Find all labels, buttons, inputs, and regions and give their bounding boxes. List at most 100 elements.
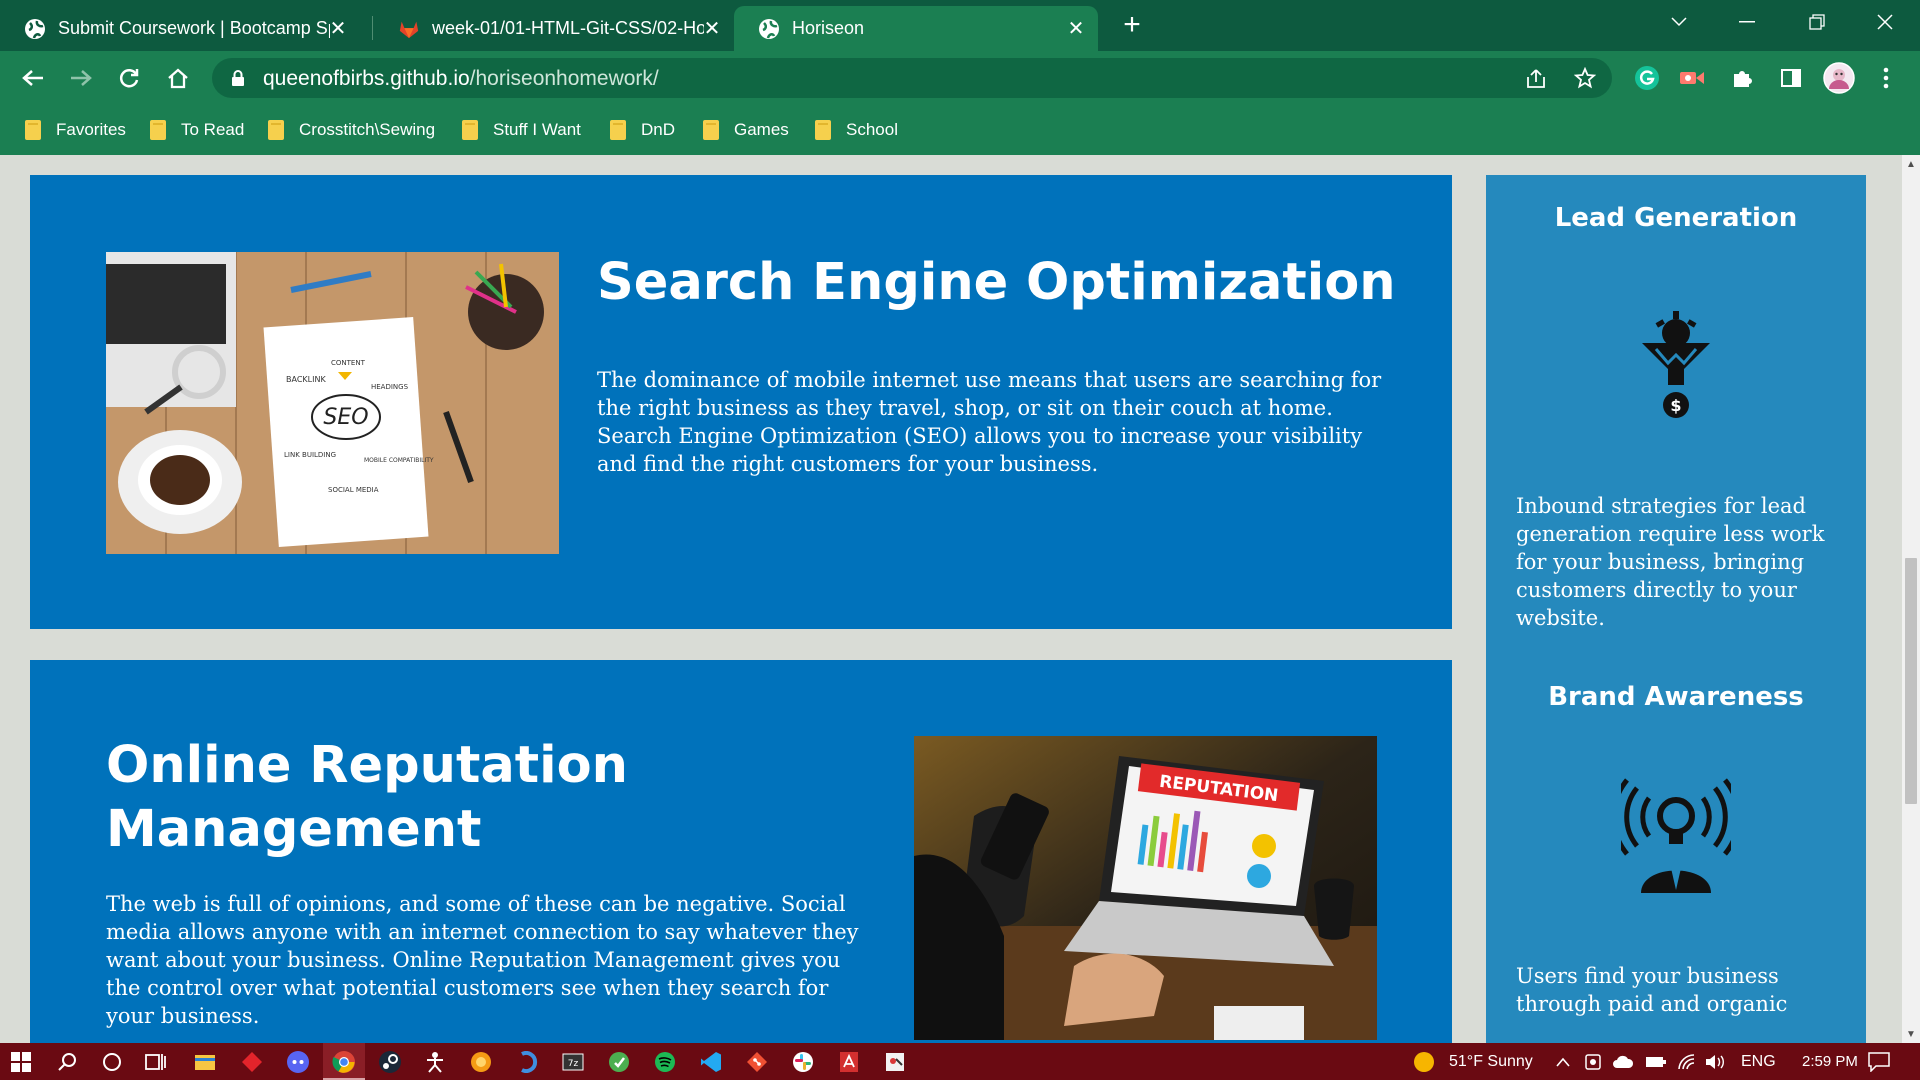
weather-widget[interactable]: 51°F Sunny — [1412, 1043, 1533, 1080]
steam-icon[interactable] — [376, 1048, 404, 1076]
grammarly-extension-icon[interactable] — [1631, 62, 1663, 94]
folder-icon — [815, 120, 831, 140]
slack-icon[interactable] — [789, 1048, 817, 1076]
tab-search-chevron-icon[interactable] — [1644, 0, 1714, 44]
app-figure-icon[interactable] — [421, 1048, 449, 1076]
lead-generation-icon: $ — [1636, 305, 1716, 425]
recorder-extension-icon[interactable] — [1676, 62, 1708, 94]
side-panel-icon[interactable] — [1775, 62, 1807, 94]
lead-generation-body: Inbound strategies for lead generation r… — [1516, 494, 1825, 630]
language-indicator[interactable]: ENG — [1741, 1043, 1776, 1080]
bookmark-label: Crosstitch\Sewing — [299, 120, 436, 139]
bookmark-dnd[interactable]: DnD — [610, 115, 675, 145]
bookmark-to-read[interactable]: To Read — [150, 115, 244, 145]
benefits-sidebar: Lead Generation $ Inbound strategies for… — [1486, 175, 1866, 1043]
close-tab-icon[interactable]: ✕ — [700, 16, 724, 40]
page-scrollbar[interactable]: ▲ ▼ — [1902, 155, 1920, 1043]
reputation-heading-line1: Online Reputation — [106, 736, 628, 795]
bookmark-favorites[interactable]: Favorites — [25, 115, 126, 145]
tab-gitlab[interactable]: week-01/01-HTML-Git-CSS/02-Hom ✕ — [374, 6, 734, 51]
gitlab-icon — [398, 18, 420, 40]
tab-title: Submit Coursework | Bootcamp Spo — [58, 18, 330, 38]
file-explorer-icon[interactable] — [191, 1048, 219, 1076]
bookmark-label: DnD — [641, 120, 676, 139]
svg-text:7z: 7z — [568, 1059, 579, 1069]
folder-icon — [462, 120, 478, 140]
globe-icon — [758, 18, 780, 40]
seo-image-social: SOCIAL MEDIA — [328, 486, 379, 494]
tray-overflow-chevron-icon[interactable] — [1556, 1043, 1570, 1080]
folder-icon — [703, 120, 719, 140]
forward-button[interactable] — [64, 61, 98, 95]
reload-button[interactable] — [112, 61, 146, 95]
bookmark-label: To Read — [181, 120, 245, 139]
onedrive-cloud-icon[interactable] — [1612, 1043, 1634, 1080]
lead-generation-heading: Lead Generation — [1554, 203, 1798, 233]
app-comic-icon[interactable] — [881, 1048, 909, 1076]
address-bar[interactable]: queenofbirbs.github.io/horiseonhomework/ — [212, 58, 1612, 98]
svg-text:$: $ — [1670, 396, 1681, 415]
app-green-icon[interactable] — [605, 1048, 633, 1076]
bookmark-crosstitch-sewing[interactable]: Crosstitch\Sewing — [268, 115, 435, 145]
reputation-section: Online Reputation Management The web is f… — [30, 660, 1452, 1043]
reputation-image: REPUTATION — [914, 736, 1377, 1040]
app-blue-icon[interactable] — [513, 1048, 541, 1076]
seo-heading: Search Engine Optimization — [597, 253, 1396, 312]
bookmark-games[interactable]: Games — [703, 115, 789, 145]
restore-button[interactable] — [1782, 0, 1852, 44]
reputation-body: The web is full of opinions, and some of… — [106, 892, 859, 1028]
git-icon[interactable] — [743, 1048, 771, 1076]
page-viewport: SEO CONTENT BACKLINK HEADINGS LINK BUILD… — [0, 155, 1902, 1043]
minimize-button[interactable] — [1712, 0, 1782, 44]
notifications-icon[interactable] — [1868, 1043, 1890, 1080]
search-icon[interactable] — [53, 1048, 81, 1076]
task-view-icon[interactable] — [142, 1048, 170, 1076]
bookmark-label: Games — [734, 120, 789, 139]
windows-start-icon[interactable] — [7, 1048, 35, 1076]
scroll-up-icon[interactable]: ▲ — [1902, 155, 1920, 173]
close-tab-icon[interactable]: ✕ — [326, 16, 350, 40]
seo-image-content: CONTENT — [331, 359, 366, 367]
clock[interactable]: 2:59 PM — [1802, 1043, 1858, 1080]
volume-icon[interactable] — [1705, 1043, 1725, 1080]
app-red-diamond-icon[interactable] — [238, 1048, 266, 1076]
tab-horiseon[interactable]: Horiseon ✕ — [734, 6, 1098, 51]
bookmark-star-icon[interactable] — [1572, 65, 1598, 91]
profile-avatar[interactable] — [1823, 62, 1855, 94]
seo-image-headings: HEADINGS — [371, 383, 409, 391]
tab-title: Horiseon — [792, 18, 865, 38]
scroll-down-icon[interactable]: ▼ — [1902, 1025, 1920, 1043]
menu-kebab-icon[interactable] — [1870, 62, 1902, 94]
chrome-icon[interactable] — [330, 1048, 358, 1076]
wifi-icon[interactable] — [1677, 1043, 1697, 1080]
close-window-button[interactable] — [1850, 0, 1920, 44]
back-button[interactable] — [16, 61, 50, 95]
battery-icon[interactable] — [1645, 1043, 1667, 1080]
bookmark-stuff-i-want[interactable]: Stuff I Want — [462, 115, 581, 145]
extensions-puzzle-icon[interactable] — [1726, 62, 1758, 94]
close-tab-icon[interactable]: ✕ — [1064, 16, 1088, 40]
sunny-weather-icon — [1414, 1051, 1434, 1072]
url-path: /horiseonhomework/ — [469, 67, 659, 90]
bookmark-school[interactable]: School — [815, 115, 898, 145]
scrollbar-thumb[interactable] — [1905, 558, 1917, 804]
seo-image: SEO CONTENT BACKLINK HEADINGS LINK BUILD… — [106, 252, 559, 554]
tab-title: week-01/01-HTML-Git-CSS/02-Hom — [432, 18, 704, 38]
seo-body: The dominance of mobile internet use mea… — [597, 368, 1382, 476]
vscode-icon[interactable] — [697, 1048, 725, 1076]
meet-now-icon[interactable] — [1584, 1043, 1602, 1080]
home-button[interactable] — [161, 61, 195, 95]
windows-taskbar: 7z 51°F Sunny ENG 2:59 PM — [0, 1043, 1920, 1080]
tab-submit-coursework[interactable]: Submit Coursework | Bootcamp Spo ✕ — [0, 6, 360, 51]
calculator-app-icon[interactable]: 7z — [559, 1048, 587, 1076]
adobe-acrobat-icon[interactable] — [835, 1048, 863, 1076]
bookmark-label: Stuff I Want — [493, 120, 581, 139]
tab-strip: Submit Coursework | Bootcamp Spo ✕ week-… — [0, 0, 1920, 51]
cortana-icon[interactable] — [98, 1048, 126, 1076]
discord-icon[interactable] — [284, 1048, 312, 1076]
spotify-icon[interactable] — [651, 1048, 679, 1076]
brand-awareness-icon — [1611, 778, 1741, 898]
app-orange-icon[interactable] — [467, 1048, 495, 1076]
new-tab-button[interactable]: + — [1117, 10, 1147, 40]
share-icon[interactable] — [1523, 65, 1549, 91]
